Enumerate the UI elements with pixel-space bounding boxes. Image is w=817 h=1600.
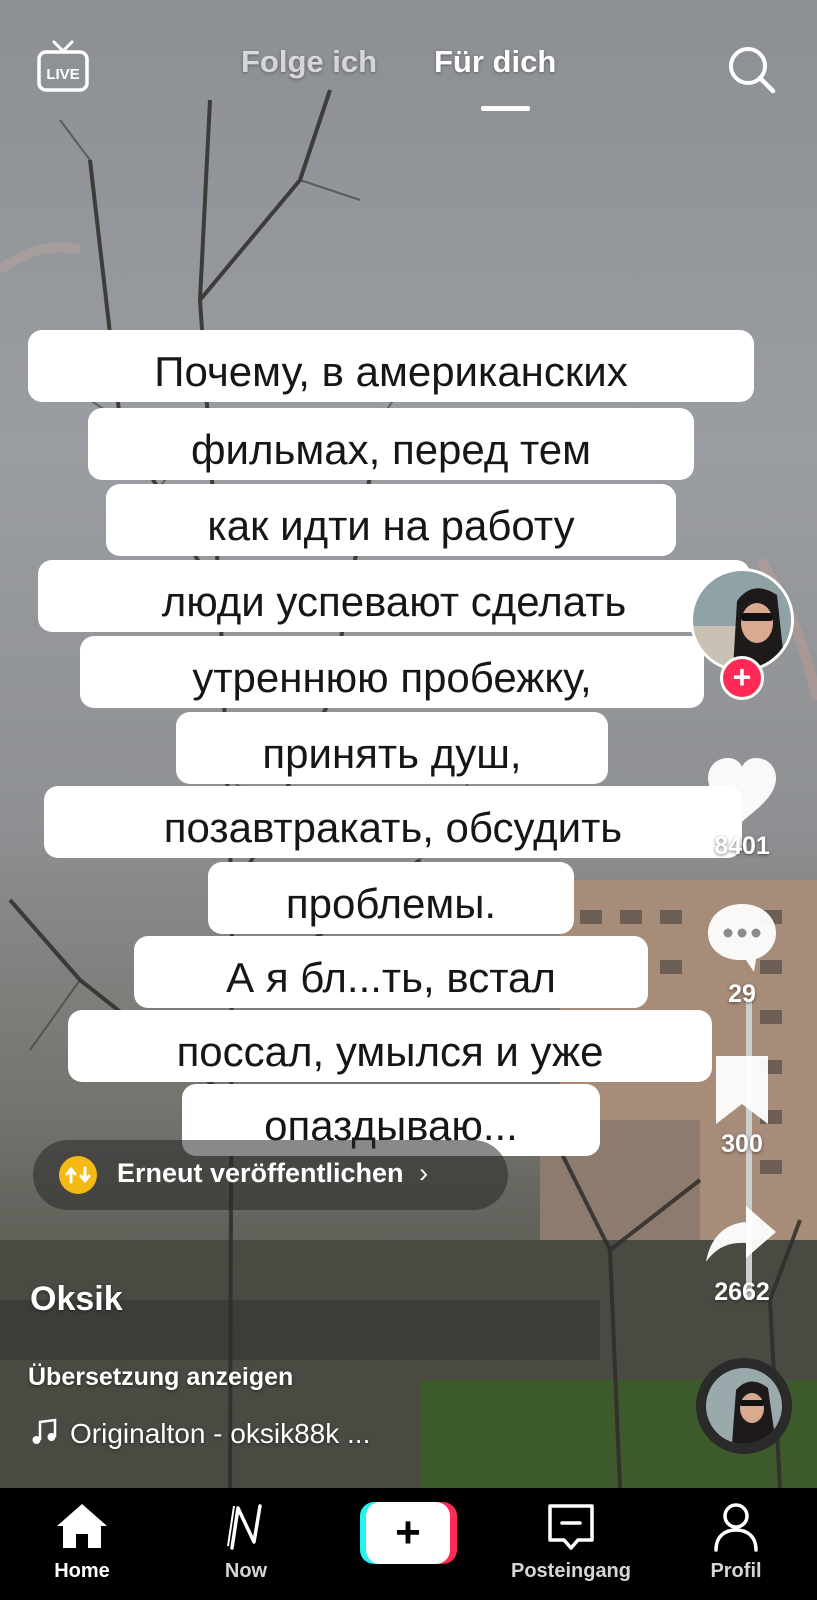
caption-line: фильмах, перед тем bbox=[88, 408, 694, 480]
author-username[interactable]: Oksik bbox=[30, 1280, 123, 1319]
create-plus-symbol: + bbox=[395, 1508, 421, 1557]
repost-button[interactable]: Erneut veröffentlichen › bbox=[33, 1140, 508, 1210]
caption-line: проблемы. bbox=[208, 862, 574, 934]
caption-line: А я бл...ть, встал bbox=[134, 936, 648, 1008]
show-translation-link[interactable]: Übersetzung anzeigen bbox=[28, 1363, 293, 1392]
nav-home[interactable]: Home bbox=[32, 1488, 132, 1600]
caption-line: утреннюю пробежку, bbox=[80, 636, 704, 708]
nav-label: Profil bbox=[710, 1560, 762, 1582]
home-icon bbox=[57, 1504, 107, 1548]
bookmark-icon[interactable] bbox=[702, 1050, 782, 1130]
bookmark-count: 300 bbox=[721, 1130, 763, 1158]
like-count: 8401 bbox=[714, 832, 770, 860]
tiktok-feed-screen: LIVE Folge ich Für dich Почему, в америк… bbox=[0, 0, 817, 1600]
nav-profile[interactable]: Profil bbox=[686, 1488, 786, 1600]
share-arrow-icon[interactable] bbox=[702, 1196, 782, 1276]
plus-icon: + bbox=[360, 1502, 457, 1564]
repost-label: Erneut veröffentlichen bbox=[117, 1158, 404, 1188]
sound-link[interactable]: Originalton - oksik88k ... bbox=[30, 1418, 370, 1450]
create-video-button[interactable]: + bbox=[360, 1502, 457, 1564]
sound-disc[interactable] bbox=[696, 1358, 792, 1454]
nav-label: Home bbox=[54, 1560, 110, 1582]
music-note-icon bbox=[32, 1418, 57, 1444]
follow-button[interactable]: + bbox=[720, 656, 764, 700]
nav-now[interactable]: Now bbox=[196, 1488, 296, 1600]
repost-icon bbox=[59, 1156, 97, 1194]
nav-label: Now bbox=[224, 1560, 268, 1582]
share-count: 2662 bbox=[714, 1278, 770, 1306]
inbox-icon bbox=[548, 1504, 594, 1550]
caption-line: позавтракать, обсудить bbox=[44, 786, 742, 858]
nav-label: Posteingang bbox=[510, 1560, 631, 1582]
caption-line: принять душ, bbox=[176, 712, 608, 784]
caption-line: люди успевают сделать bbox=[38, 560, 750, 632]
caption-line: как идти на работу bbox=[106, 484, 676, 556]
like-heart-icon[interactable] bbox=[702, 750, 782, 830]
caption-line: поссал, умылся и уже bbox=[68, 1010, 712, 1082]
now-icon bbox=[227, 1504, 262, 1550]
caption-line: Почему, в американских bbox=[28, 330, 754, 402]
sound-name: Originalton - oksik88k ... bbox=[70, 1418, 371, 1449]
nav-inbox[interactable]: Posteingang bbox=[496, 1488, 646, 1600]
profile-icon bbox=[714, 1503, 758, 1552]
chevron-right-icon: › bbox=[419, 1158, 429, 1188]
comment-icon[interactable] bbox=[702, 898, 782, 978]
comment-count: 29 bbox=[728, 980, 756, 1008]
